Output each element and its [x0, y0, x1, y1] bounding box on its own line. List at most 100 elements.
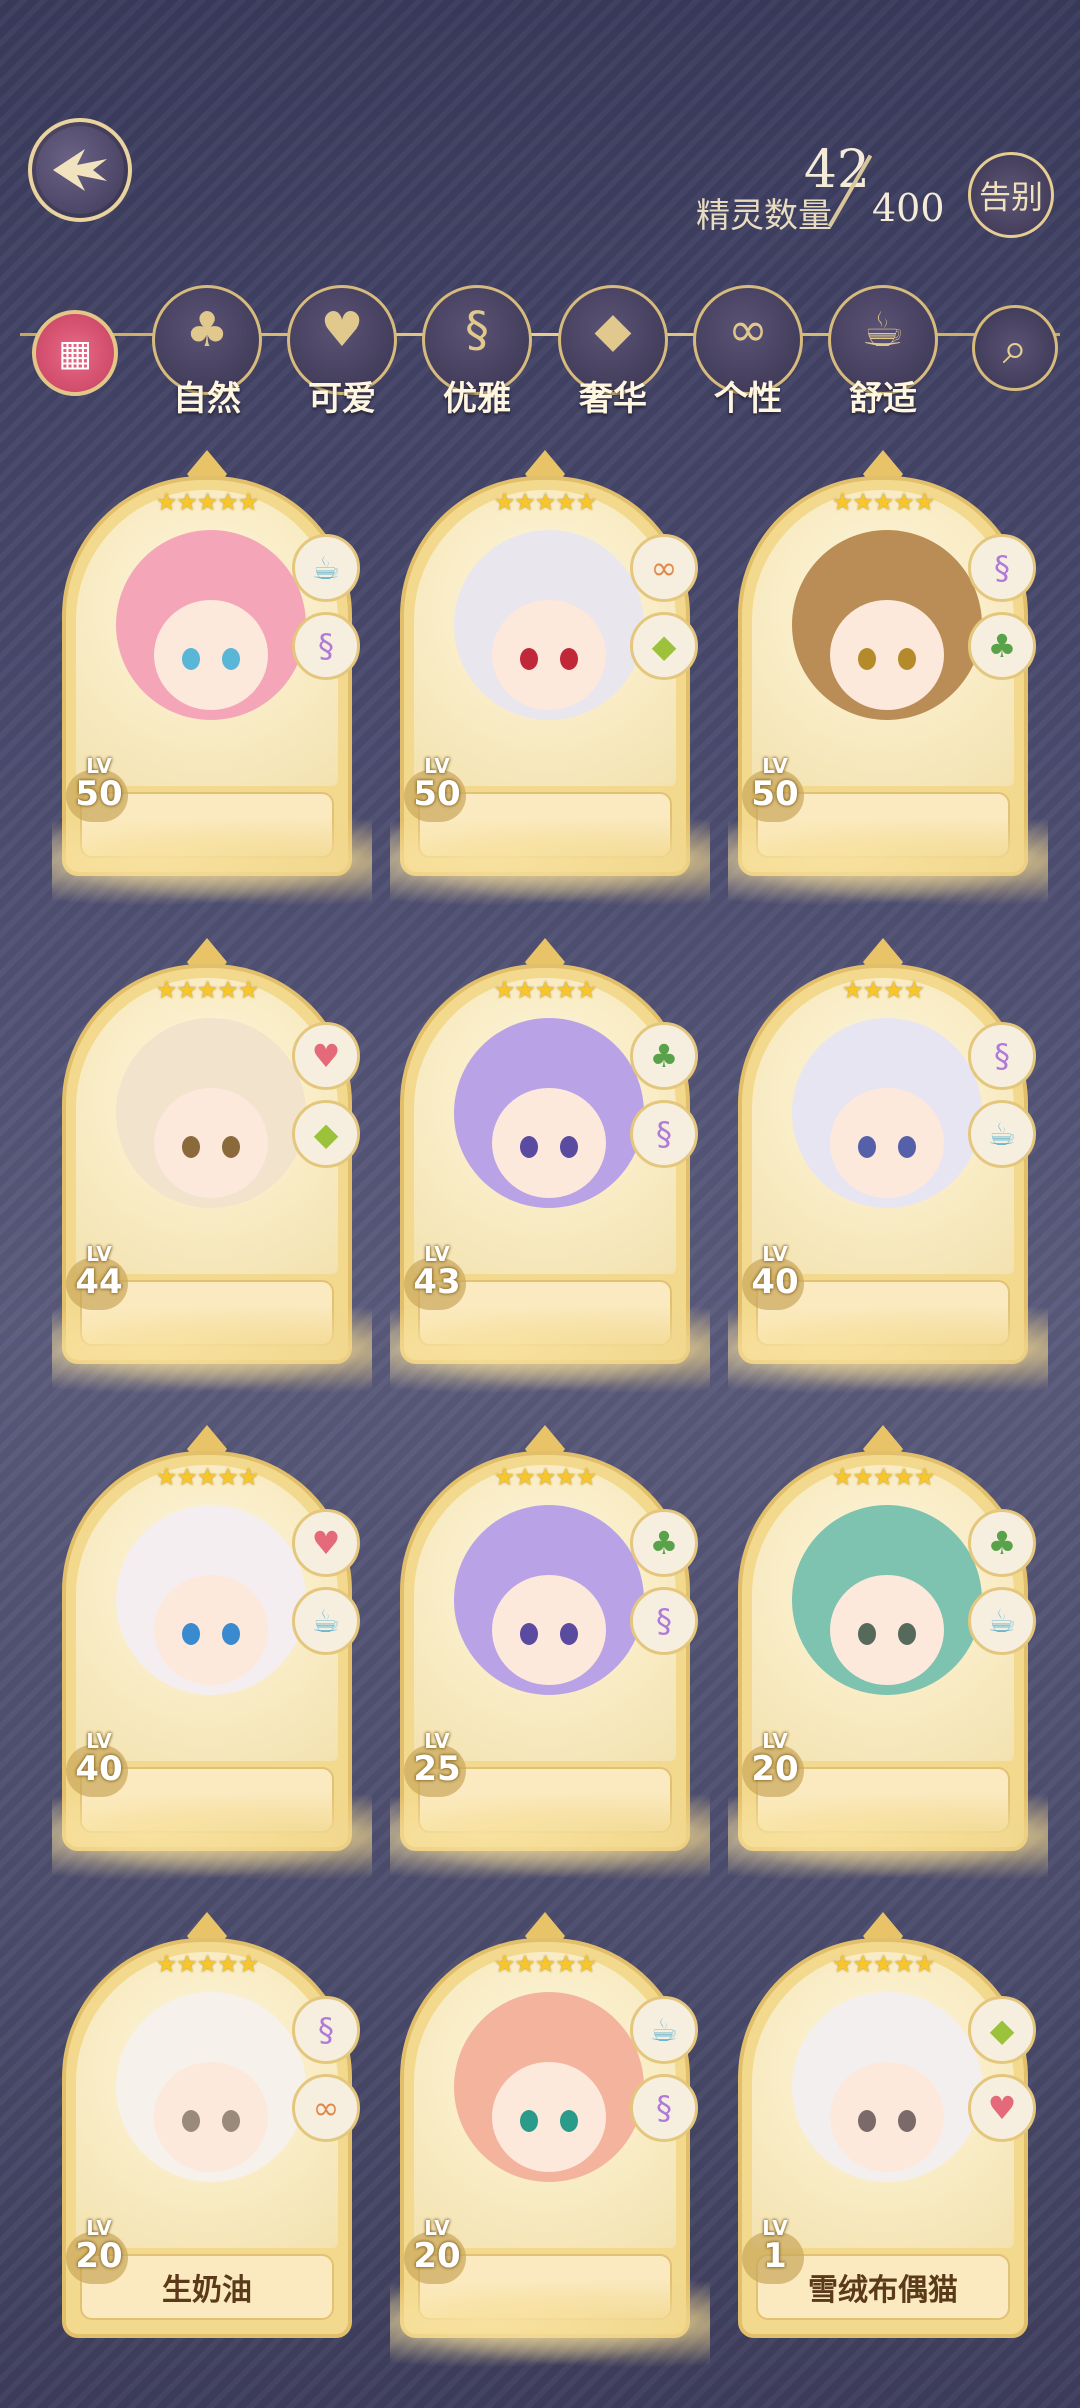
character-eye: [222, 1136, 240, 1158]
back-arrow-icon: [53, 149, 107, 191]
spirit-card[interactable]: ★★★★★ ♣ ☕ LV 20: [728, 1425, 1048, 1881]
category-label: 自然: [173, 379, 241, 419]
spirit-card[interactable]: ★★★★★ ♥ ☕ LV 40: [52, 1425, 372, 1881]
category-label: 奢华: [579, 379, 647, 419]
name-redaction: [52, 1791, 372, 1881]
spirit-card[interactable]: ★★★★★ ♥ ◆ LV 44: [52, 938, 372, 1394]
character-face: [154, 600, 268, 710]
level-value: 40: [751, 1262, 799, 1302]
spirit-card[interactable]: ★★★★★ ♣ § LV 25: [390, 1425, 710, 1881]
category-glasses-button[interactable]: ∞ 个性: [693, 285, 803, 419]
character-eye: [182, 1623, 200, 1645]
name-redaction: [390, 2278, 710, 2368]
spirit-card[interactable]: ★★★★★ § ♣ LV 50: [728, 450, 1048, 906]
level-value: 20: [413, 2236, 461, 2276]
character-eye: [560, 648, 578, 670]
character-eye: [898, 1136, 916, 1158]
spirit-card[interactable]: ★★★★★ ☕ § LV 50: [52, 450, 372, 906]
category-clover-button[interactable]: ♣ 自然: [152, 285, 262, 419]
character-eye: [560, 1136, 578, 1158]
spirit-max: 400: [872, 186, 945, 230]
character-eye: [222, 648, 240, 670]
level-value: 50: [413, 774, 461, 814]
character-eye: [858, 2110, 876, 2132]
level-badge: LV 44: [68, 1244, 130, 1300]
level-badge: LV 20: [406, 2218, 468, 2274]
character-eye: [520, 648, 538, 670]
glasses-icon: ∞: [292, 2074, 360, 2142]
category-heart-button[interactable]: ♥ 可爱: [287, 285, 397, 419]
category-teacup-button[interactable]: ☕ 舒适: [828, 285, 938, 419]
diamond-icon: ◆: [968, 1996, 1036, 2064]
level-value: 43: [413, 1262, 461, 1302]
spirit-name: 雪绒布偶猫: [808, 2273, 958, 2308]
search-icon: ⌕: [1002, 322, 1028, 374]
category-label: 可爱: [308, 379, 376, 419]
character-eye: [560, 2110, 578, 2132]
clover-icon: ♣: [968, 1509, 1036, 1577]
clover-icon: ♣: [630, 1509, 698, 1577]
character-face: [492, 1088, 606, 1198]
level-badge: LV 25: [406, 1731, 468, 1787]
spirit-count-label: 精灵数量: [696, 196, 832, 236]
character-eye: [898, 648, 916, 670]
name-redaction: [728, 816, 1048, 906]
name-redaction: [390, 1791, 710, 1881]
character-face: [154, 2062, 268, 2172]
level-value: 20: [751, 1749, 799, 1789]
heart-icon: ♥: [968, 2074, 1036, 2142]
level-badge: LV 1: [744, 2218, 806, 2274]
teacup-icon: ☕: [630, 1996, 698, 2064]
back-button[interactable]: [28, 118, 132, 222]
level-value: 44: [75, 1262, 123, 1302]
swan-icon: §: [292, 1996, 360, 2064]
filter-all-button[interactable]: ▦: [32, 310, 118, 396]
swan-icon: §: [292, 612, 360, 680]
heart-icon: ♥: [320, 302, 364, 358]
character-eye: [182, 1136, 200, 1158]
spirit-card[interactable]: ★★★★ § ☕ LV 40: [728, 938, 1048, 1394]
character-eye: [520, 2110, 538, 2132]
rarity-stars: ★★★★★: [155, 1950, 260, 1978]
character-eye: [898, 2110, 916, 2132]
character-eye: [182, 2110, 200, 2132]
level-label: LV: [762, 1729, 788, 1753]
category-diamond-button[interactable]: ◆ 奢华: [558, 285, 668, 419]
diamond-icon: ◆: [630, 612, 698, 680]
teacup-icon: ☕: [861, 302, 905, 358]
name-redaction: [52, 816, 372, 906]
spirit-card[interactable]: 雪绒布偶猫 ★★★★★ ◆ ♥ LV 1: [738, 1912, 1036, 2342]
level-value: 20: [75, 2236, 123, 2276]
level-badge: LV 50: [744, 756, 806, 812]
character-eye: [898, 1623, 916, 1645]
teacup-icon: ☕: [292, 1587, 360, 1655]
character-face: [830, 1088, 944, 1198]
category-swan-button[interactable]: § 优雅: [422, 285, 532, 419]
spirit-card[interactable]: ★★★★★ ♣ § LV 43: [390, 938, 710, 1394]
name-redaction: [52, 1304, 372, 1394]
rarity-stars: ★★★★★: [831, 488, 936, 516]
swan-icon: §: [465, 302, 489, 358]
search-button[interactable]: ⌕: [972, 305, 1058, 391]
spirit-card[interactable]: ★★★★★ ∞ ◆ LV 50: [390, 450, 710, 906]
character-eye: [182, 648, 200, 670]
swan-icon: §: [630, 1100, 698, 1168]
character-eye: [560, 1623, 578, 1645]
level-badge: LV 40: [744, 1244, 806, 1300]
level-label: LV: [86, 1729, 112, 1753]
rarity-stars: ★★★★★: [493, 488, 598, 516]
category-label: 舒适: [849, 379, 917, 419]
spirit-card[interactable]: ★★★★★ ☕ § LV 20: [390, 1912, 710, 2368]
glasses-icon: ∞: [630, 534, 698, 602]
spirit-card[interactable]: 生奶油 ★★★★★ § ∞ LV 20: [62, 1912, 360, 2342]
level-value: 1: [763, 2236, 787, 2276]
clover-icon: ♣: [185, 302, 229, 358]
character-face: [154, 1088, 268, 1198]
swan-icon: §: [630, 1587, 698, 1655]
glasses-icon: ∞: [728, 302, 768, 358]
name-redaction: [728, 1791, 1048, 1881]
farewell-button[interactable]: 告别: [968, 152, 1054, 238]
level-value: 50: [75, 774, 123, 814]
rarity-stars: ★★★★★: [493, 1463, 598, 1491]
rarity-stars: ★★★★★: [493, 976, 598, 1004]
